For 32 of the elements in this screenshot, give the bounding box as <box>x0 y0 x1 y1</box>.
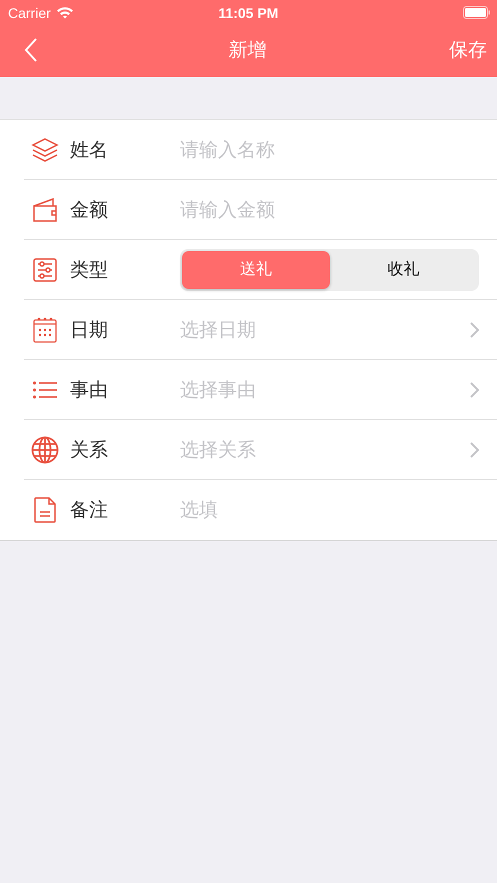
field-label: 类型 <box>70 258 109 282</box>
globe-icon <box>31 436 59 464</box>
picker-field[interactable]: 选择事由 <box>180 376 479 402</box>
input-field[interactable]: 请输入名称 <box>180 138 479 160</box>
list-icon <box>33 380 57 398</box>
segment-option[interactable]: 送礼 <box>182 250 330 288</box>
field-label: 事由 <box>70 378 109 402</box>
layers-icon <box>31 136 59 162</box>
wallet-icon <box>33 198 57 222</box>
back-icon <box>24 38 38 62</box>
save-button[interactable]: 保存 <box>449 37 487 63</box>
page-title: 新增 <box>228 38 268 63</box>
field-label: 备注 <box>70 498 109 523</box>
battery-icon <box>463 6 491 19</box>
picker-field[interactable]: 选择日期 <box>180 316 479 342</box>
calendar-icon <box>33 316 57 342</box>
field-label: 姓名 <box>70 138 109 162</box>
clock-time: 11:05 PM <box>217 4 280 20</box>
sliders-icon <box>33 258 57 282</box>
input-field[interactable]: 选填 <box>180 499 479 521</box>
field-label: 金额 <box>70 198 109 222</box>
chevron-icon <box>470 382 479 398</box>
wifi-icon <box>56 6 74 19</box>
chevron-icon <box>470 442 479 458</box>
document-icon <box>34 497 56 523</box>
field-label: 关系 <box>70 438 109 462</box>
segment-option[interactable]: 收礼 <box>330 250 477 288</box>
chevron-icon <box>470 322 479 338</box>
field-label: 日期 <box>70 318 109 342</box>
carrier-label: Carrier <box>8 4 51 20</box>
input-field[interactable]: 请输入金额 <box>180 198 479 220</box>
picker-field[interactable]: 选择关系 <box>180 436 479 462</box>
